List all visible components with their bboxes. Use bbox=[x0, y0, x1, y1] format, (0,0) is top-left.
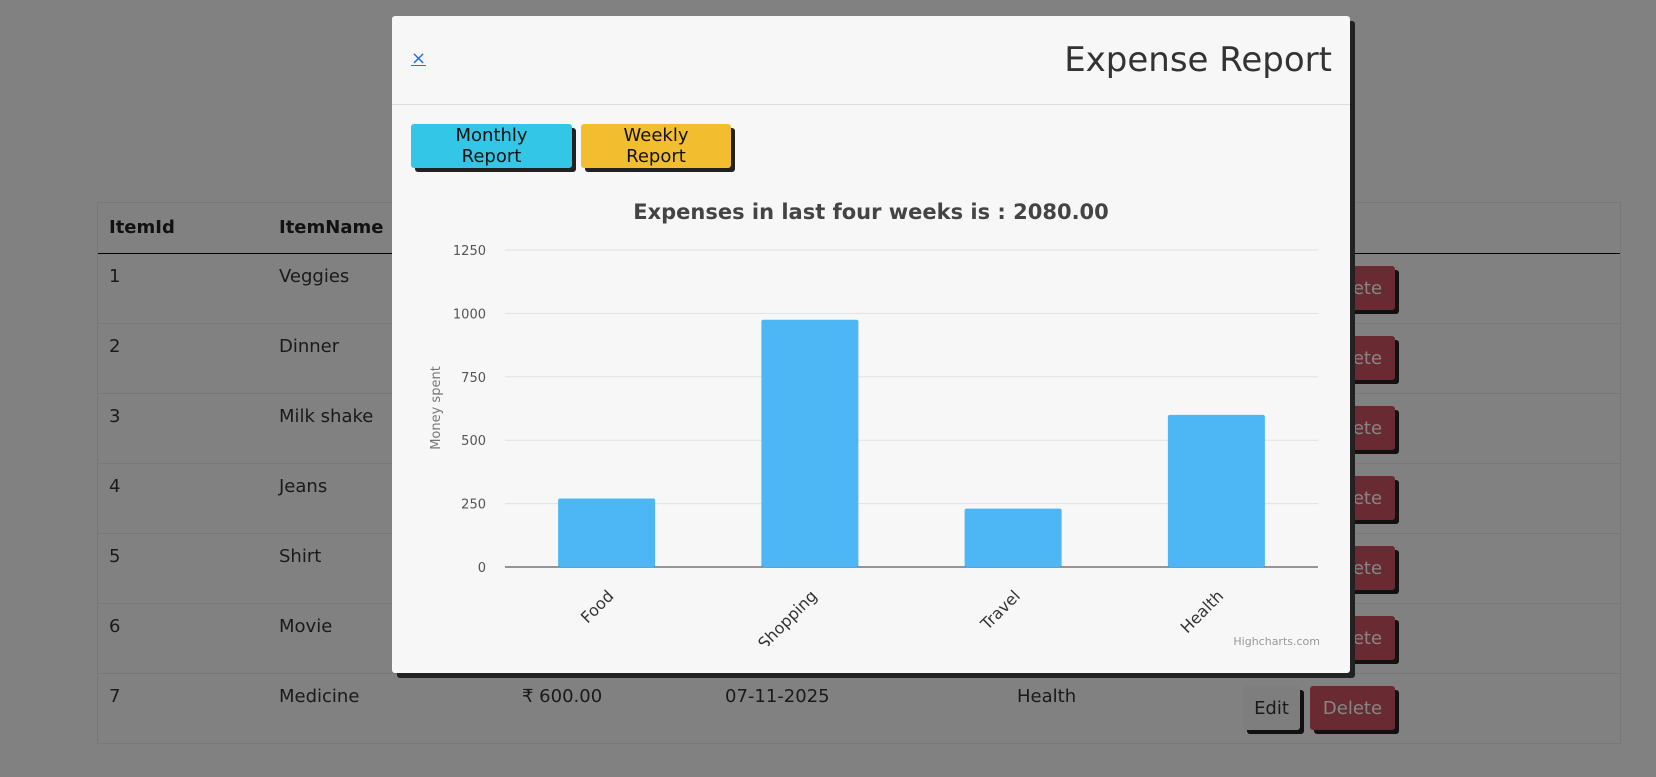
y-tick-label: 750 bbox=[461, 371, 486, 386]
x-tick-label: Food bbox=[577, 586, 618, 627]
bar-travel[interactable] bbox=[964, 508, 1062, 567]
bar-food[interactable] bbox=[558, 498, 656, 567]
x-tick-label: Health bbox=[1177, 586, 1228, 637]
expense-report-modal: × Expense Report Monthly Report Weekly R… bbox=[392, 16, 1350, 673]
bar-shopping[interactable] bbox=[761, 319, 859, 567]
close-icon[interactable]: × bbox=[411, 48, 426, 69]
weekly-report-button[interactable]: Weekly Report bbox=[581, 124, 731, 168]
y-tick-label: 1250 bbox=[453, 244, 486, 259]
modal-header: × Expense Report bbox=[392, 16, 1350, 105]
highcharts-credit[interactable]: Highcharts.com bbox=[1233, 635, 1320, 648]
bar-health[interactable] bbox=[1167, 414, 1265, 567]
modal-title: Expense Report bbox=[1064, 40, 1332, 80]
y-tick-label: 500 bbox=[461, 434, 486, 449]
monthly-report-button[interactable]: Monthly Report bbox=[411, 124, 572, 168]
expense-bar-chart: Expenses in last four weeks is : 2080.00… bbox=[429, 200, 1318, 646]
x-tick-label: Shopping bbox=[754, 586, 821, 646]
y-tick-label: 250 bbox=[461, 498, 486, 513]
x-tick-label: Travel bbox=[976, 586, 1024, 634]
y-tick-label: 0 bbox=[478, 561, 486, 576]
chart-title: Expenses in last four weeks is : 2080.00 bbox=[633, 200, 1109, 224]
y-axis-label: Money spent bbox=[429, 366, 444, 450]
y-tick-label: 1000 bbox=[453, 307, 486, 322]
